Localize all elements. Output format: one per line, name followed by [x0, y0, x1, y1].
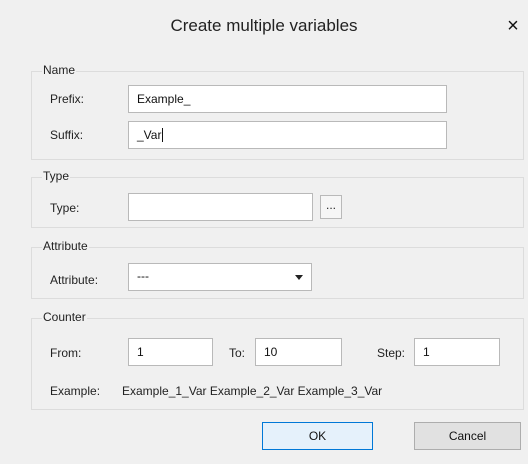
suffix-value: _Var [137, 128, 162, 142]
close-icon[interactable]: × [502, 16, 524, 38]
create-multiple-variables-dialog: Create multiple variables × Name Prefix:… [0, 0, 528, 464]
type-group-label: Type [42, 169, 71, 183]
name-group-label: Name [42, 63, 77, 77]
counter-group-label: Counter [42, 310, 87, 324]
text-caret [162, 128, 164, 142]
suffix-input[interactable]: _Var [128, 121, 447, 149]
title-bar: Create multiple variables × [0, 0, 528, 60]
type-label: Type: [50, 201, 80, 215]
to-label: To: [229, 346, 246, 360]
attribute-label: Attribute: [50, 273, 99, 287]
type-input[interactable] [128, 193, 313, 221]
cancel-button[interactable]: Cancel [414, 422, 521, 450]
chevron-down-icon [295, 275, 303, 280]
prefix-value: Example_ [137, 92, 191, 106]
example-value: Example_1_Var Example_2_Var Example_3_Va… [122, 384, 383, 398]
prefix-input[interactable]: Example_ [128, 85, 447, 113]
step-label: Step: [377, 346, 406, 360]
attribute-select[interactable]: --- [128, 263, 312, 291]
example-label: Example: [50, 384, 101, 398]
from-value: 1 [137, 345, 144, 359]
to-input[interactable]: 10 [255, 338, 342, 366]
from-input[interactable]: 1 [128, 338, 213, 366]
prefix-label: Prefix: [50, 92, 85, 106]
step-value: 1 [423, 345, 430, 359]
dialog-title: Create multiple variables [170, 16, 358, 35]
from-label: From: [50, 346, 82, 360]
step-input[interactable]: 1 [414, 338, 500, 366]
ok-button[interactable]: OK [262, 422, 373, 450]
attribute-group-label: Attribute [42, 239, 89, 253]
attribute-selected-value: --- [137, 269, 149, 283]
suffix-label: Suffix: [50, 128, 84, 142]
browse-type-button[interactable]: ... [320, 195, 342, 219]
to-value: 10 [264, 345, 278, 359]
